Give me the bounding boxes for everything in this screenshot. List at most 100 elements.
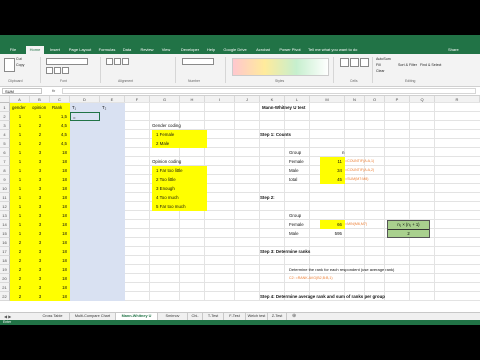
sheet-tab-chi-square[interactable]: Chi-Square xyxy=(188,313,203,325)
copy-button[interactable]: Copy xyxy=(16,63,24,67)
sheet-tab-f-test[interactable]: F-Test xyxy=(224,313,246,320)
rank-cell: 18 xyxy=(50,265,70,274)
opinion-cell: 3 xyxy=(30,220,50,229)
row-header-14[interactable]: 14 xyxy=(0,220,10,229)
t2-cell xyxy=(100,148,125,157)
rank-cell: 18 xyxy=(50,292,70,301)
wrap-text-icon[interactable] xyxy=(122,58,129,65)
underline-icon[interactable] xyxy=(62,67,69,74)
add-sheet-icon[interactable]: ⊕ xyxy=(292,313,296,320)
sheet-nav-arrows[interactable]: ◀ ▶ xyxy=(4,314,11,319)
font-group-label: Font xyxy=(60,79,67,83)
ribbon-tab-home[interactable]: Home xyxy=(26,46,44,54)
t2-cell xyxy=(100,157,125,166)
t1-cell xyxy=(70,238,100,247)
find-select-button[interactable]: Find & Select xyxy=(420,63,441,67)
sheet-tab-welch-test[interactable]: Welch test xyxy=(246,313,268,320)
t1-cell xyxy=(70,256,100,265)
ribbon-tab-insert[interactable]: Insert xyxy=(46,46,64,54)
row-header-12[interactable]: 12 xyxy=(0,202,10,211)
italic-icon[interactable] xyxy=(54,67,61,74)
ribbon-tab-page-layout[interactable]: Page Layout xyxy=(66,46,94,54)
align-middle-icon[interactable] xyxy=(114,58,121,65)
rank-cell: 18 xyxy=(50,202,70,211)
row-header-18[interactable]: 18 xyxy=(0,256,10,265)
total-count: 45 xyxy=(320,175,345,184)
opinion-cell: 3 xyxy=(30,202,50,211)
rank-cell: 18 xyxy=(50,148,70,157)
row-header-13[interactable]: 13 xyxy=(0,211,10,220)
formula-input[interactable] xyxy=(62,88,476,94)
insert-cells-icon[interactable] xyxy=(340,58,349,67)
ribbon-divider xyxy=(333,57,334,83)
sheet-tab-smirnov[interactable]: Smirnov xyxy=(158,313,188,320)
gender-cell: 1 xyxy=(10,139,30,148)
t1-cell-active[interactable]: = xyxy=(70,112,100,121)
delete-cells-icon[interactable] xyxy=(350,58,359,67)
name-box[interactable]: SUM xyxy=(2,88,42,94)
paste-icon[interactable] xyxy=(4,58,15,72)
total-count-formula: =SUM(M7:M8) xyxy=(345,177,369,181)
row-header-20[interactable]: 20 xyxy=(0,274,10,283)
tell-me-search[interactable]: Tell me what you want to do xyxy=(308,46,357,54)
sort-filter-button[interactable]: Sort & Filter xyxy=(398,63,417,67)
opinion-cell: 3 xyxy=(30,274,50,283)
opinion-coding-item: 4 Too much xyxy=(152,193,207,202)
row-header-1[interactable]: 1 xyxy=(0,103,10,112)
row-header-3[interactable]: 3 xyxy=(0,121,10,130)
t1-cell xyxy=(70,157,100,166)
ribbon-tab-help[interactable]: Help xyxy=(204,46,218,54)
worksheet-grid[interactable]: A B C D E F G H I J K L M N O P Q R 1 2 3 4 5 6 7 8 9 10 11 12 13 14 15 1… xyxy=(0,96,480,312)
sheet-tab-t-test[interactable]: T-Test xyxy=(203,313,224,320)
row-header-11[interactable]: 11 xyxy=(0,193,10,202)
sheet-tab-multi-compare-chart[interactable]: Multi-Compare Chart xyxy=(70,313,116,320)
sheet-tab-cross-table[interactable]: Cross Table xyxy=(36,313,70,320)
row-header-4[interactable]: 4 xyxy=(0,130,10,139)
row-header-7[interactable]: 7 xyxy=(0,157,10,166)
format-cells-icon[interactable] xyxy=(360,58,369,67)
formula-box-numerator: n₁ × (n₁ + 1) xyxy=(388,221,429,230)
t1-cell xyxy=(70,193,100,202)
styles-group-label: Styles xyxy=(275,79,285,83)
opinion-cell: 3 xyxy=(30,184,50,193)
row-header-22[interactable]: 22 xyxy=(0,292,10,301)
bold-icon[interactable] xyxy=(46,67,53,74)
t2-cell xyxy=(100,238,125,247)
row-header-8[interactable]: 8 xyxy=(0,166,10,175)
row-header-2[interactable]: 2 xyxy=(0,112,10,121)
row-header-5[interactable]: 5 xyxy=(0,139,10,148)
fill-button[interactable]: Fill xyxy=(376,63,381,67)
row-header-9[interactable]: 9 xyxy=(0,175,10,184)
select-all-corner[interactable] xyxy=(0,96,10,103)
ribbon-tab-file[interactable]: File xyxy=(6,46,20,54)
clear-button[interactable]: Clear xyxy=(376,69,385,73)
cell-styles-gallery[interactable] xyxy=(232,58,329,76)
align-top-icon[interactable] xyxy=(106,58,113,65)
share-button[interactable]: Share xyxy=(448,46,459,54)
number-format-dropdown[interactable] xyxy=(182,58,214,65)
autosum-button[interactable]: AutoSum xyxy=(376,57,391,61)
total-label: total xyxy=(289,177,298,182)
row-header-16[interactable]: 16 xyxy=(0,238,10,247)
row-header-17[interactable]: 17 xyxy=(0,247,10,256)
row-header-19[interactable]: 19 xyxy=(0,265,10,274)
insert-function-icon[interactable]: fx xyxy=(52,88,55,94)
cut-button[interactable]: Cut xyxy=(16,57,22,61)
row-header-10[interactable]: 10 xyxy=(0,184,10,193)
ribbon-tab-developer[interactable]: Developer xyxy=(178,46,202,54)
ribbon-tab-acrobat[interactable]: Acrobat xyxy=(252,46,274,54)
ribbon-tab-view[interactable]: View xyxy=(158,46,174,54)
sheet-tab-z-test[interactable]: Z-Test xyxy=(268,313,287,320)
gender-cell: 1 xyxy=(10,157,30,166)
opinion-cell: 3 xyxy=(30,157,50,166)
font-name-dropdown[interactable] xyxy=(46,58,88,65)
ribbon-tab-google-drive[interactable]: Google Drive xyxy=(220,46,250,54)
ribbon-tab-formulas[interactable]: Formulas xyxy=(96,46,118,54)
ribbon-tab-data[interactable]: Data xyxy=(120,46,134,54)
row-header-15[interactable]: 15 xyxy=(0,229,10,238)
opinion-cell: 3 xyxy=(30,175,50,184)
row-header-6[interactable]: 6 xyxy=(0,148,10,157)
ribbon-tab-review[interactable]: Review xyxy=(138,46,156,54)
ribbon-tab-power-pivot[interactable]: Power Pivot xyxy=(276,46,304,54)
row-header-21[interactable]: 21 xyxy=(0,283,10,292)
